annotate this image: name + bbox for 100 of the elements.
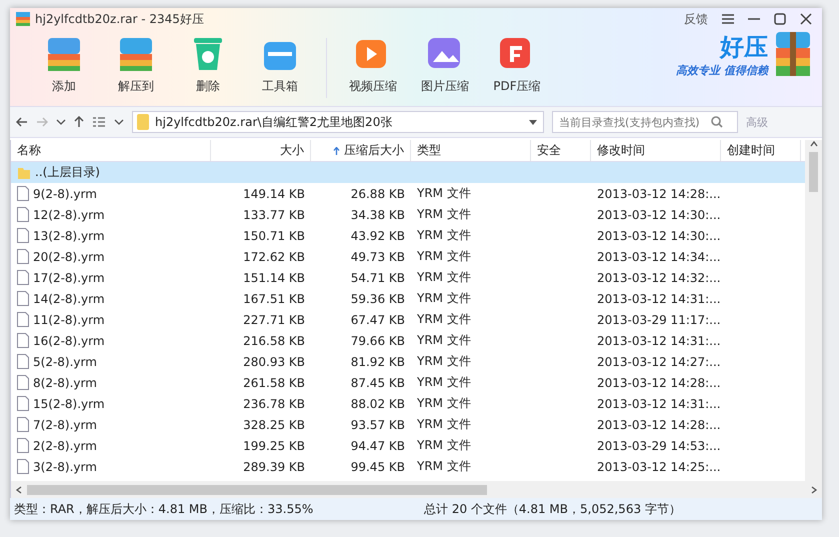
table-cell: 2013-03-12 14:27:...: [597, 354, 721, 368]
toolbar-button[interactable]: 添加: [28, 30, 100, 99]
table-cell: 2013-03-12 14:28:...: [597, 418, 721, 432]
scroll-left-icon[interactable]: [15, 486, 23, 494]
table-cell: 261.58 KB: [243, 376, 305, 390]
file-row[interactable]: 7(2-8).yrm 328.25 KB 93.57 KB YRM 文件 2013-03-12 14:28:...: [11, 414, 805, 435]
table-cell: YRM 文件: [417, 416, 471, 433]
file-row[interactable]: 13(2-8).yrm 150.71 KB 43.92 KB YRM 文件 2013-03-12 14:30:...: [11, 225, 805, 246]
file-name: 15(2-8).yrm: [33, 396, 105, 410]
table-cell: 216.58 KB: [243, 334, 305, 348]
toolbar-button[interactable]: 工具箱: [244, 30, 316, 99]
feedback-link[interactable]: 反馈: [684, 10, 708, 28]
file-name: 5(2-8).yrm: [33, 354, 97, 368]
table-cell: 2013-03-29 14:53:...: [597, 438, 721, 452]
table-cell: 2013-03-12 14:30:...: [597, 208, 721, 222]
column-header[interactable]: 安全: [531, 140, 591, 161]
table-cell: 59.36 KB: [350, 292, 405, 306]
file-icon: [17, 186, 29, 201]
column-header[interactable]: 大小: [211, 140, 311, 161]
table-cell: 2013-03-12 14:25:...: [597, 460, 721, 474]
file-row[interactable]: 5(2-8).yrm 280.93 KB 81.92 KB YRM 文件 2013-03-12 14:27:...: [11, 351, 805, 372]
table-cell: YRM 文件: [417, 458, 471, 475]
file-row[interactable]: 15(2-8).yrm 236.78 KB 88.02 KB YRM 文件 2013-03-12 14:31:...: [11, 393, 805, 414]
table-cell: 2013-03-29 11:17:...: [597, 312, 721, 326]
status-text: 总计 20 个文件（4.81 MB，5,052,563 字节）: [424, 500, 681, 518]
file-row[interactable]: 16(2-8).yrm 216.58 KB 79.66 KB YRM 文件 2013-03-12 14:31:...: [11, 330, 805, 351]
scrollbar-thumb[interactable]: [27, 484, 487, 494]
table-cell: 88.02 KB: [350, 396, 405, 410]
search-icon[interactable]: [711, 116, 723, 128]
table-cell: 2013-03-12 14:32:...: [597, 270, 721, 284]
file-icon: [17, 375, 29, 390]
file-row[interactable]: 14(2-8).yrm 167.51 KB 59.36 KB YRM 文件 2013-03-12 14:31:...: [11, 288, 805, 309]
close-icon[interactable]: [800, 13, 812, 25]
table-cell: 99.45 KB: [350, 460, 405, 474]
file-name: 3(2-8).yrm: [33, 460, 97, 474]
back-arrow-icon[interactable]: [16, 117, 28, 127]
table-cell: 236.78 KB: [243, 396, 305, 410]
file-icon: [17, 438, 29, 453]
chevron-down-icon[interactable]: [56, 119, 66, 125]
table-cell: 149.14 KB: [243, 186, 305, 200]
path-field[interactable]: hj2ylfcdtb20z.rar\自编红警2尤里地图20张: [132, 111, 544, 133]
file-row[interactable]: 8(2-8).yrm 261.58 KB 87.45 KB YRM 文件 2013-03-12 14:28:...: [11, 372, 805, 393]
column-header[interactable]: 修改时间: [591, 140, 721, 161]
column-header[interactable]: 创建时间: [721, 140, 801, 161]
chevron-down-icon[interactable]: [114, 119, 124, 125]
up-arrow-icon[interactable]: [74, 116, 84, 128]
file-row[interactable]: 3(2-8).yrm 289.39 KB 99.45 KB YRM 文件 2013-03-12 14:25:...: [11, 456, 805, 477]
horizontal-scrollbar[interactable]: [11, 481, 822, 498]
table-cell: 2013-03-12 14:31:...: [597, 292, 721, 306]
file-row[interactable]: 12(2-8).yrm 133.77 KB 34.38 KB YRM 文件 2013-03-12 14:30:...: [11, 204, 805, 225]
toolbar-button[interactable]: 视频压缩: [337, 30, 409, 99]
table-cell: YRM 文件: [417, 269, 471, 286]
column-header[interactable]: 类型: [411, 140, 531, 161]
table-cell: YRM 文件: [417, 227, 471, 244]
column-header[interactable]: 压缩后大小: [311, 140, 411, 161]
table-cell: YRM 文件: [417, 311, 471, 328]
table-cell: YRM 文件: [417, 248, 471, 265]
file-row[interactable]: 17(2-8).yrm 151.14 KB 54.71 KB YRM 文件 2013-03-12 14:32:...: [11, 267, 805, 288]
toolbar-button[interactable]: 解压到: [100, 30, 172, 99]
table-cell: 2013-03-12 14:34:...: [597, 250, 721, 264]
file-name: 16(2-8).yrm: [33, 334, 105, 348]
table-cell: 2013-03-12 14:28:...: [597, 186, 721, 200]
table-cell: 167.51 KB: [243, 292, 305, 306]
maximize-icon[interactable]: [774, 13, 786, 25]
file-icon: [17, 396, 29, 411]
toolbar-button[interactable]: PDF压缩: [481, 30, 553, 99]
file-icon: [17, 270, 29, 285]
toolbar-button[interactable]: 删除: [172, 30, 244, 99]
file-row[interactable]: 20(2-8).yrm 172.62 KB 49.73 KB YRM 文件 2013-03-12 14:34:...: [11, 246, 805, 267]
table-cell: 67.47 KB: [350, 312, 405, 326]
dropdown-caret-icon[interactable]: [529, 120, 537, 124]
file-icon: [17, 228, 29, 243]
minimize-icon[interactable]: [748, 18, 760, 20]
table-cell: 150.71 KB: [243, 228, 305, 242]
view-list-icon[interactable]: [92, 116, 106, 128]
column-header[interactable]: 名称: [11, 140, 211, 161]
scroll-up-icon[interactable]: [810, 140, 818, 148]
scroll-right-icon[interactable]: [810, 486, 818, 494]
toolbar-button[interactable]: 图片压缩: [409, 30, 481, 99]
file-name: 14(2-8).yrm: [33, 292, 105, 306]
table-cell: 289.39 KB: [243, 460, 305, 474]
file-row[interactable]: 9(2-8).yrm 149.14 KB 26.88 KB YRM 文件 2013-03-12 14:28:...: [11, 183, 805, 204]
table-cell: 151.14 KB: [243, 270, 305, 284]
table-cell: YRM 文件: [417, 395, 471, 412]
vertical-scrollbar[interactable]: [805, 140, 822, 481]
file-row[interactable]: 2(2-8).yrm 199.25 KB 94.47 KB YRM 文件 2013-03-29 14:53:...: [11, 435, 805, 456]
scrollbar-thumb[interactable]: [809, 152, 818, 192]
menu-icon[interactable]: [722, 14, 734, 24]
status-text: 类型：RAR，解压后大小：4.81 MB，压缩比：33.55%: [14, 500, 314, 518]
table-cell: 328.25 KB: [243, 418, 305, 432]
file-row[interactable]: 11(2-8).yrm 227.71 KB 67.47 KB YRM 文件 2013-03-29 11:17:...: [11, 309, 805, 330]
window-title: hj2ylfcdtb20z.rar - 2345好压: [35, 10, 205, 28]
file-row[interactable]: ..(上层目录): [11, 162, 805, 183]
app-icon: [16, 12, 30, 26]
table-cell: 2013-03-12 14:31:...: [597, 334, 721, 348]
search-field[interactable]: 当前目录查找(支持包内查找): [552, 111, 738, 133]
file-name: 13(2-8).yrm: [33, 228, 105, 242]
file-name: 7(2-8).yrm: [33, 418, 97, 432]
table-cell: 2013-03-12 14:28:...: [597, 376, 721, 390]
brand-slogan: 高效专业 值得信赖: [676, 62, 768, 78]
